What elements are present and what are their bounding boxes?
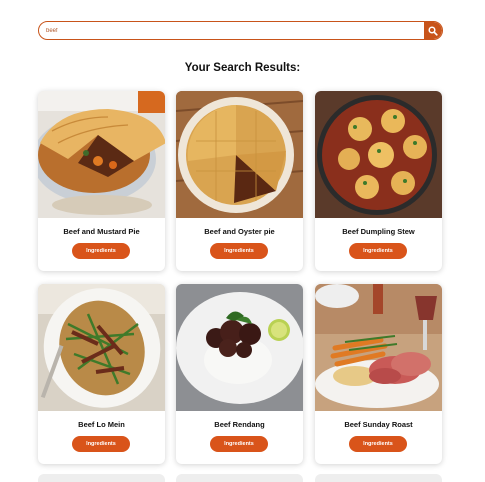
recipe-card[interactable]: Beef Sunday Roast Ingredients	[315, 284, 442, 464]
results-title: Your Search Results:	[184, 62, 301, 74]
ingredients-button[interactable]: Ingredients	[72, 436, 130, 452]
recipe-card[interactable]: Beef Dumpling Stew Ingredients	[315, 91, 442, 271]
recipe-card-partial	[176, 474, 303, 482]
search-button[interactable]	[424, 22, 442, 39]
search-bar	[38, 21, 443, 40]
recipe-name: Beef Rendang	[214, 420, 265, 429]
recipe-name: Beef Dumpling Stew	[342, 227, 415, 236]
recipe-image	[38, 91, 165, 218]
ingredients-button[interactable]: Ingredients	[349, 243, 407, 259]
ingredients-button[interactable]: Ingredients	[72, 243, 130, 259]
recipe-image	[315, 91, 442, 218]
recipe-image	[38, 284, 165, 411]
recipe-card-partial	[315, 474, 442, 482]
recipe-card-partial	[38, 474, 165, 482]
recipe-name: Beef Lo Mein	[78, 420, 125, 429]
recipe-card[interactable]: Beef and Oyster pie Ingredients	[176, 91, 303, 271]
search-icon	[428, 25, 438, 36]
recipe-card[interactable]: Beef Lo Mein Ingredients	[38, 284, 165, 464]
recipe-name: Beef and Oyster pie	[204, 227, 275, 236]
recipe-image	[315, 284, 442, 411]
recipe-card[interactable]: Beef Rendang Ingredients	[176, 284, 303, 464]
recipe-name: Beef and Mustard Pie	[63, 227, 140, 236]
ingredients-button[interactable]: Ingredients	[349, 436, 407, 452]
search-input[interactable]	[39, 22, 426, 39]
recipe-name: Beef Sunday Roast	[344, 420, 413, 429]
ingredients-button[interactable]: Ingredients	[210, 243, 268, 259]
recipe-image	[176, 91, 303, 218]
ingredients-button[interactable]: Ingredients	[210, 436, 268, 452]
recipe-image	[176, 284, 303, 411]
recipe-card[interactable]: Beef and Mustard Pie Ingredients	[38, 91, 165, 271]
